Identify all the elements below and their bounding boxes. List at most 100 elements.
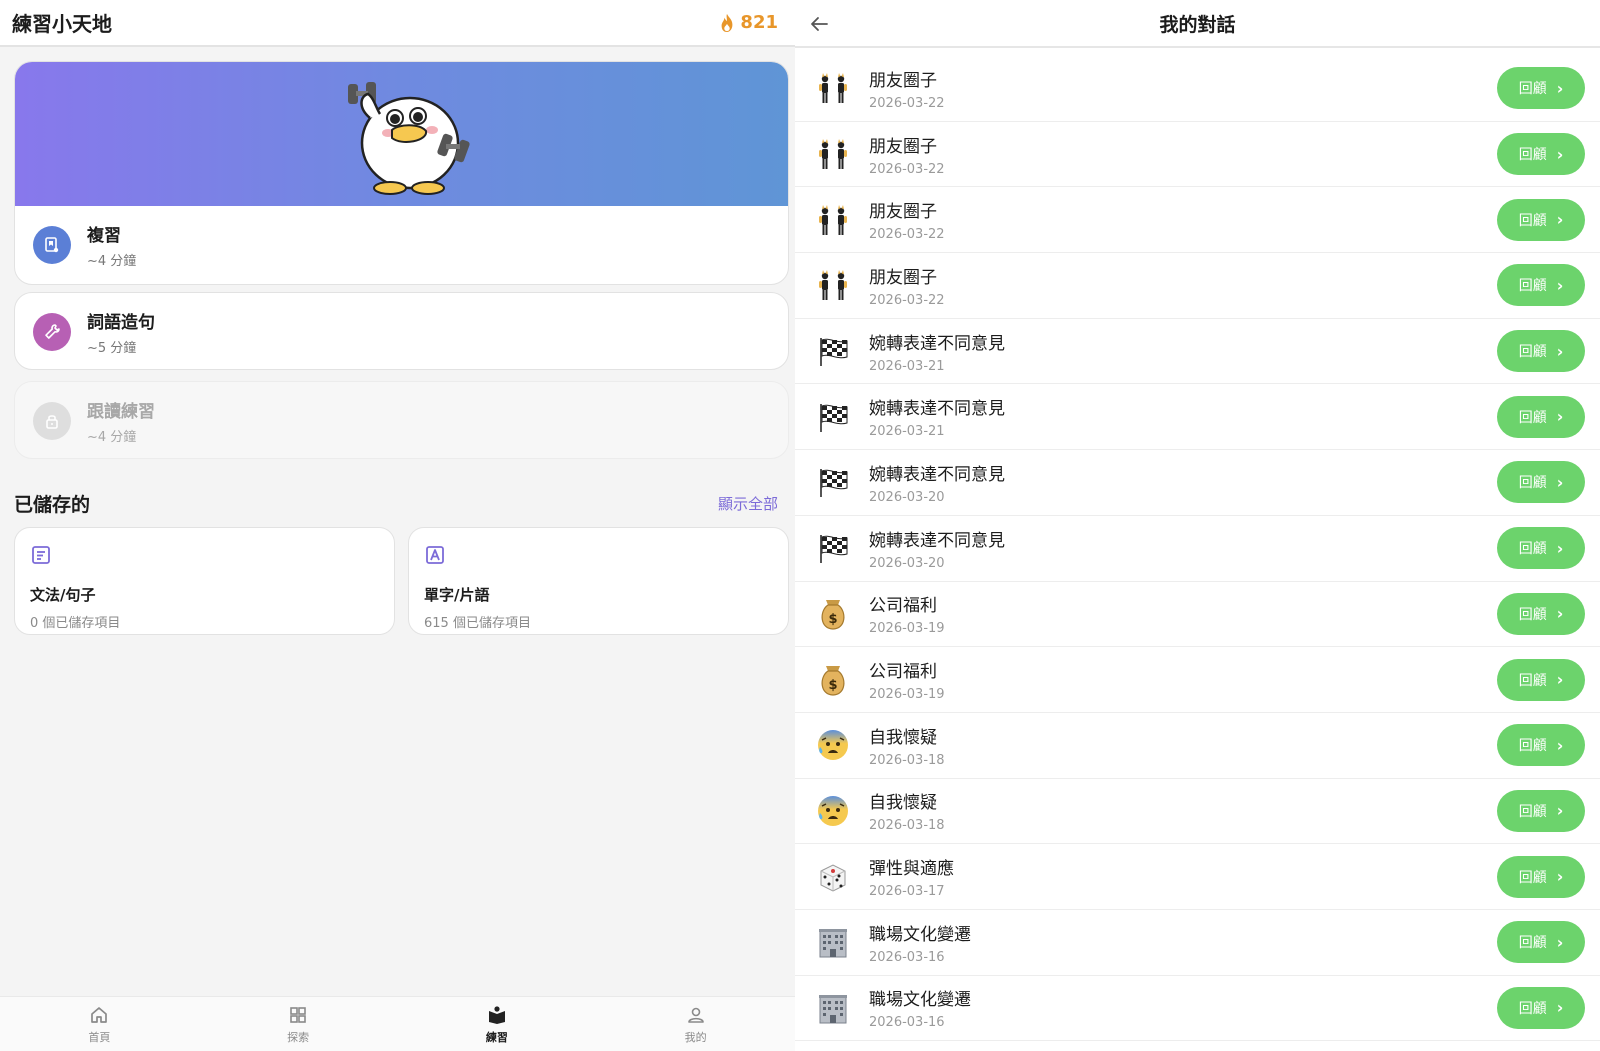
review-button[interactable]: 回顧 ›	[1497, 527, 1585, 570]
conversation-title: 婉轉表達不同意見	[869, 530, 1005, 551]
review-button-label: 回顧	[1518, 606, 1547, 623]
conversation-date: 2026-03-19	[869, 687, 945, 703]
nav-home[interactable]: 首頁	[0, 997, 199, 1051]
conversation-title: 朋友圈子	[869, 202, 937, 223]
review-button[interactable]: 回顧 ›	[1497, 592, 1585, 635]
office-building-icon	[815, 924, 851, 960]
conversation-title: 職場文化變遷	[869, 924, 971, 945]
conversation-row[interactable]: 朋友圈子 2026-03-22 回顧 ›	[795, 253, 1600, 319]
checkered-flag-icon	[815, 464, 851, 500]
conversation-row[interactable]: 朋友圈子 2026-03-22 回顧 ›	[795, 122, 1600, 188]
conversation-title: 婉轉表達不同意見	[869, 464, 1005, 485]
conversation-row[interactable]: 婉轉表達不同意見 2026-03-21 回顧 ›	[795, 384, 1600, 451]
conversation-row[interactable]: 婉轉表達不同意見 2026-03-20 回顧 ›	[795, 516, 1600, 582]
conversation-row[interactable]: 朋友圈子 2026-03-22 回顧 ›	[795, 187, 1600, 254]
review-button-label: 回顧	[1518, 81, 1547, 98]
svg-text:$: $	[828, 678, 837, 693]
conversation-date: 2026-03-22	[869, 227, 945, 243]
chevron-right-icon: ›	[1556, 538, 1564, 558]
vocabulary-icon	[426, 546, 444, 564]
saved-vocabulary-card[interactable]: 單字/片語 615 個已儲存項目	[408, 527, 789, 635]
conversation-row[interactable]: 婉轉表達不同意見 2026-03-20 回顧 ›	[795, 450, 1600, 516]
conversation-title: 婉轉表達不同意見	[869, 333, 1005, 354]
show-all-link[interactable]: 顯示全部	[718, 493, 778, 514]
chevron-right-icon: ›	[1556, 78, 1564, 98]
saved-grammar-card[interactable]: 文法/句子 0 個已儲存項目	[14, 527, 395, 635]
conversation-date: 2026-03-21	[869, 424, 945, 440]
checkered-flag-icon	[815, 530, 851, 566]
review-button[interactable]: 回顧 ›	[1497, 395, 1585, 438]
chevron-right-icon: ›	[1556, 275, 1564, 295]
task-review[interactable]: 複習 ~4 分鐘	[15, 206, 788, 284]
review-card[interactable]: 複習 ~4 分鐘	[14, 61, 789, 285]
saved-card-count: 615 個已儲存項目	[424, 616, 531, 631]
nav-explore[interactable]: 探索	[199, 997, 398, 1051]
hero-banner	[15, 62, 788, 206]
checkered-flag-icon	[815, 399, 851, 435]
task-sentence-building[interactable]: 詞語造句 ~5 分鐘	[14, 292, 789, 370]
conversation-row[interactable]: $ 公司福利 2026-03-19 回顧 ›	[795, 647, 1600, 713]
conversation-date: 2026-03-16	[869, 949, 945, 965]
review-button[interactable]: 回顧 ›	[1497, 133, 1585, 176]
review-button[interactable]: 回顧 ›	[1497, 789, 1585, 832]
review-button[interactable]: 回顧 ›	[1497, 855, 1585, 898]
conversation-row[interactable]: 職場文化變遷 2026-03-16 回顧 ›	[795, 910, 1600, 976]
task-duration: ~4 分鐘	[87, 430, 137, 445]
conversation-title: 婉轉表達不同意見	[869, 399, 1005, 420]
lock-icon	[33, 402, 71, 440]
review-button-label: 回顧	[1518, 409, 1547, 426]
conversation-date: 2026-03-19	[869, 621, 945, 637]
review-button[interactable]: 回顧 ›	[1497, 986, 1585, 1029]
review-button[interactable]: 回顧 ›	[1497, 724, 1585, 767]
nav-profile[interactable]: 我的	[596, 997, 795, 1051]
wrench-icon	[33, 313, 71, 351]
anxious-face-icon	[815, 727, 851, 763]
profile-icon	[687, 1007, 704, 1023]
review-button[interactable]: 回顧 ›	[1497, 461, 1585, 504]
nav-practice[interactable]: 練習	[398, 997, 597, 1051]
review-button-label: 回顧	[1518, 935, 1547, 952]
practice-header: 練習小天地 821	[0, 0, 795, 47]
streak-count: 821	[740, 12, 778, 33]
conversation-row[interactable]: 婉轉表達不同意見 2026-03-21 回顧 ›	[795, 319, 1600, 385]
task-duration: ~5 分鐘	[87, 341, 137, 356]
office-building-icon	[815, 990, 851, 1026]
review-button-label: 回顧	[1518, 738, 1547, 755]
review-button[interactable]: 回顧 ›	[1497, 198, 1585, 241]
conversation-date: 2026-03-22	[869, 161, 945, 177]
review-button[interactable]: 回顧 ›	[1497, 921, 1585, 964]
home-icon	[91, 1006, 108, 1023]
review-button[interactable]: 回顧 ›	[1497, 658, 1585, 701]
conversation-row[interactable]: 朋友圈子 2026-03-22 回顧 ›	[795, 56, 1600, 122]
chevron-right-icon: ›	[1556, 604, 1564, 624]
review-button[interactable]: 回顧 ›	[1497, 264, 1585, 307]
streak-counter[interactable]: 821	[718, 12, 778, 33]
money-bag-icon: $	[815, 596, 851, 632]
task-duration: ~4 分鐘	[87, 254, 137, 269]
conversation-row[interactable]: 彈性與適應 2026-03-17 回顧 ›	[795, 844, 1600, 910]
review-button-label: 回顧	[1518, 475, 1547, 492]
chevron-right-icon: ›	[1556, 341, 1564, 361]
saved-card-title: 單字/片語	[424, 586, 490, 604]
dancers-icon	[815, 70, 851, 106]
conversation-date: 2026-03-20	[869, 489, 945, 505]
conversation-date: 2026-03-21	[869, 358, 945, 374]
chevron-right-icon: ›	[1556, 801, 1564, 821]
review-button-label: 回顧	[1518, 278, 1547, 295]
chevron-right-icon: ›	[1556, 670, 1564, 690]
conversation-row[interactable]: 職場文化變遷 2026-03-16 回顧 ›	[795, 976, 1600, 1042]
saved-card-title: 文法/句子	[30, 586, 96, 604]
flame-icon	[722, 13, 733, 32]
back-arrow-icon[interactable]	[807, 12, 831, 36]
grammar-icon	[32, 546, 50, 564]
saved-card-count: 0 個已儲存項目	[30, 616, 121, 631]
conversation-row[interactable]: 自我懷疑 2026-03-18 回顧 ›	[795, 779, 1600, 845]
conversation-row[interactable]: $ 公司福利 2026-03-19 回顧 ›	[795, 582, 1600, 648]
conversation-date: 2026-03-16	[869, 1015, 945, 1031]
conversation-row[interactable]: 自我懷疑 2026-03-18 回顧 ›	[795, 713, 1600, 779]
review-button[interactable]: 回顧 ›	[1497, 330, 1585, 373]
review-button-label: 回顧	[1518, 803, 1547, 820]
dancers-icon	[815, 267, 851, 303]
review-button[interactable]: 回顧 ›	[1497, 67, 1585, 110]
chevron-right-icon: ›	[1556, 735, 1564, 755]
